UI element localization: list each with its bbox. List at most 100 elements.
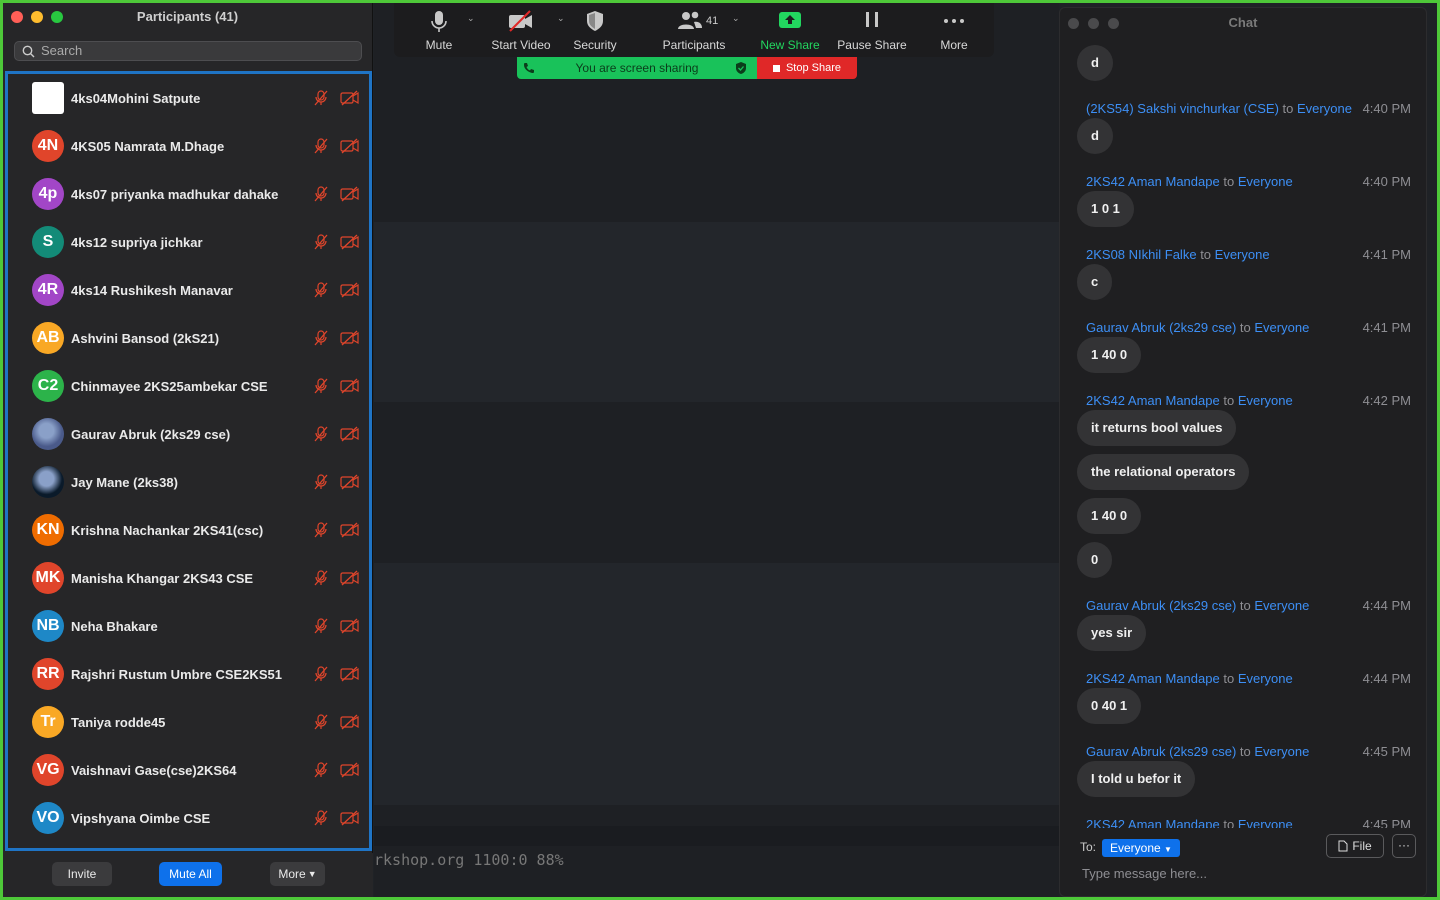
chat-sender[interactable]: Gaurav Abruk (2ks29 cse) (1086, 320, 1236, 335)
participant-row[interactable]: Gaurav Abruk (2ks29 cse) (8, 410, 369, 458)
mute-button[interactable]: ⌄ Mute (409, 3, 475, 57)
more-button[interactable]: More ▼ (270, 862, 325, 886)
chat-message-bubble[interactable]: 1 40 0 (1077, 337, 1142, 373)
chat-sender[interactable]: Gaurav Abruk (2ks29 cse) (1086, 744, 1236, 759)
video-off-icon[interactable] (340, 618, 360, 639)
participant-row[interactable]: Jay Mane (2ks38) (8, 458, 369, 506)
new-share-button[interactable]: New Share (755, 3, 825, 57)
more-toolbar-button[interactable]: More (929, 3, 979, 57)
chat-recipient[interactable]: Everyone (1215, 247, 1270, 262)
participant-row[interactable]: C2 Chinmayee 2KS25ambekar CSE (8, 362, 369, 410)
mic-muted-icon[interactable] (313, 474, 329, 495)
recipient-select[interactable]: Everyone ▼ (1102, 839, 1180, 857)
chat-message-bubble[interactable]: 1 40 0 (1077, 498, 1142, 534)
participant-row[interactable]: NB Neha Bhakare (8, 602, 369, 650)
chat-message-bubble[interactable]: c (1077, 264, 1113, 300)
chat-sender[interactable]: 2KS42 Aman Mandape (1086, 393, 1220, 408)
participant-row[interactable]: KN Krishna Nachankar 2KS41(csc) (8, 506, 369, 554)
chat-message-bubble[interactable]: d (1077, 45, 1113, 81)
chat-message-list[interactable]: d (2KS54) Sakshi vinchurkar (CSE) to Ever… (1060, 38, 1426, 828)
sharing-status[interactable]: You are screen sharing (517, 57, 757, 79)
chat-more-button[interactable]: ··· (1392, 834, 1416, 858)
chat-message-input[interactable]: Type message here... (1082, 866, 1207, 881)
chat-message-bubble[interactable]: I told u befor it (1077, 761, 1196, 797)
chevron-down-icon[interactable]: ⌄ (557, 13, 565, 24)
close-window-button[interactable] (1068, 18, 1079, 29)
close-window-button[interactable] (11, 11, 23, 23)
stop-share-button[interactable]: Stop Share (757, 57, 857, 79)
video-off-icon[interactable] (340, 714, 360, 735)
chat-sender[interactable]: 2KS08 NIkhil Falke (1086, 247, 1197, 262)
chat-message-bubble[interactable]: d (1077, 118, 1113, 154)
chat-recipient[interactable]: Everyone (1297, 101, 1352, 116)
security-button[interactable]: Security (567, 3, 623, 57)
chat-sender[interactable]: 2KS42 Aman Mandape (1086, 817, 1220, 828)
chat-sender[interactable]: Gaurav Abruk (2ks29 cse) (1086, 598, 1236, 613)
mic-muted-icon[interactable] (313, 522, 329, 543)
mic-muted-icon[interactable] (313, 282, 329, 303)
video-off-icon[interactable] (340, 378, 360, 399)
participant-row[interactable]: 4N 4KS05 Namrata M.Dhage (8, 122, 369, 170)
mic-muted-icon[interactable] (313, 330, 329, 351)
chat-message-bubble[interactable]: 0 (1077, 542, 1113, 578)
chat-recipient[interactable]: Everyone (1254, 320, 1309, 335)
video-off-icon[interactable] (340, 570, 360, 591)
search-input[interactable]: Search (14, 41, 362, 61)
participant-row[interactable]: AB Ashvini Bansod (2kS21) (8, 314, 369, 362)
file-button[interactable]: File (1326, 834, 1384, 858)
chat-sender[interactable]: 2KS42 Aman Mandape (1086, 671, 1220, 686)
mic-muted-icon[interactable] (313, 378, 329, 399)
mic-muted-icon[interactable] (313, 618, 329, 639)
participant-row[interactable]: S 4ks12 supriya jichkar (8, 218, 369, 266)
zoom-window-button[interactable] (1108, 18, 1119, 29)
video-off-icon[interactable] (340, 426, 360, 447)
start-video-button[interactable]: ⌄ Start Video (481, 3, 565, 57)
mic-muted-icon[interactable] (313, 90, 329, 111)
chat-sender[interactable]: (2KS54) Sakshi vinchurkar (CSE) (1086, 101, 1279, 116)
video-off-icon[interactable] (340, 186, 360, 207)
video-off-icon[interactable] (340, 234, 360, 255)
video-off-icon[interactable] (340, 282, 360, 303)
video-off-icon[interactable] (340, 522, 360, 543)
mic-muted-icon[interactable] (313, 714, 329, 735)
video-off-icon[interactable] (340, 90, 360, 111)
participants-button[interactable]: 41 ⌄ Participants (654, 3, 740, 57)
invite-button[interactable]: Invite (52, 862, 112, 886)
participant-row[interactable]: 4p 4ks07 priyanka madhukar dahake (8, 170, 369, 218)
chat-message-bubble[interactable]: it returns bool values (1077, 410, 1237, 446)
mic-muted-icon[interactable] (313, 570, 329, 591)
mic-muted-icon[interactable] (313, 138, 329, 159)
participant-row[interactable]: 4ks04Mohini Satpute (8, 74, 369, 122)
pause-share-button[interactable]: Pause Share (834, 3, 910, 57)
mic-muted-icon[interactable] (313, 762, 329, 783)
minimize-window-button[interactable] (31, 11, 43, 23)
chat-message-bubble[interactable]: 0 40 1 (1077, 688, 1142, 724)
chat-recipient[interactable]: Everyone (1238, 671, 1293, 686)
chat-recipient[interactable]: Everyone (1238, 393, 1293, 408)
participant-row[interactable]: 4R 4ks14 Rushikesh Manavar (8, 266, 369, 314)
chat-recipient[interactable]: Everyone (1238, 174, 1293, 189)
participant-row[interactable]: MK Manisha Khangar 2KS43 CSE (8, 554, 369, 602)
mic-muted-icon[interactable] (313, 426, 329, 447)
participant-row[interactable]: Tr Taniya rodde45 (8, 698, 369, 746)
video-off-icon[interactable] (340, 810, 360, 831)
mic-muted-icon[interactable] (313, 810, 329, 831)
participant-row[interactable]: RR Rajshri Rustum Umbre CSE2KS51 (8, 650, 369, 698)
video-off-icon[interactable] (340, 138, 360, 159)
video-off-icon[interactable] (340, 762, 360, 783)
video-off-icon[interactable] (340, 330, 360, 351)
chat-recipient[interactable]: Everyone (1254, 598, 1309, 613)
chat-recipient[interactable]: Everyone (1238, 817, 1293, 828)
zoom-window-button[interactable] (51, 11, 63, 23)
chevron-down-icon[interactable]: ⌄ (467, 13, 475, 24)
chat-sender[interactable]: 2KS42 Aman Mandape (1086, 174, 1220, 189)
participant-row[interactable]: VG Vaishnavi Gase(cse)2KS64 (8, 746, 369, 794)
chevron-down-icon[interactable]: ⌄ (732, 13, 740, 24)
minimize-window-button[interactable] (1088, 18, 1099, 29)
chat-message-bubble[interactable]: yes sir (1077, 615, 1147, 651)
chat-message-bubble[interactable]: 1 0 1 (1077, 191, 1134, 227)
mic-muted-icon[interactable] (313, 666, 329, 687)
mic-muted-icon[interactable] (313, 234, 329, 255)
video-off-icon[interactable] (340, 666, 360, 687)
video-off-icon[interactable] (340, 474, 360, 495)
